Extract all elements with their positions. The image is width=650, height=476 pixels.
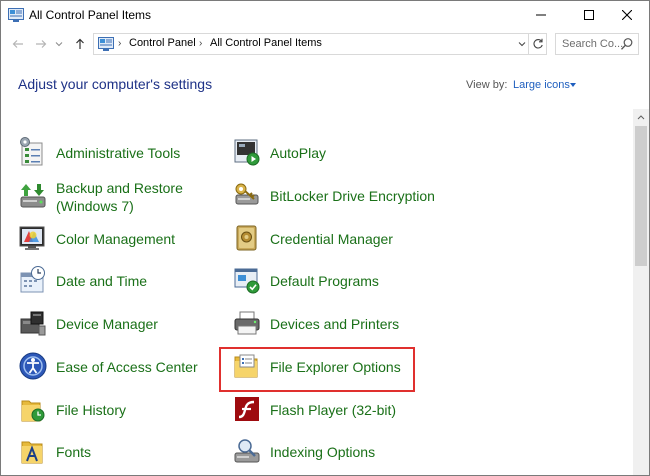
- item-color-management[interactable]: Color Management: [18, 221, 208, 257]
- item-date-and-time[interactable]: Date and Time: [18, 263, 208, 299]
- item-label[interactable]: Flash Player (32-bit): [270, 402, 396, 419]
- device-manager-icon: [18, 308, 48, 338]
- item-label[interactable]: Credential Manager: [270, 231, 393, 248]
- search-placeholder: Search Co...: [562, 38, 624, 50]
- search-icon[interactable]: [620, 37, 634, 51]
- item-device-manager[interactable]: Device Manager: [18, 306, 208, 342]
- breadcrumb-control-panel[interactable]: Control Panel: [129, 37, 196, 49]
- item-label[interactable]: Default Programs: [270, 273, 379, 290]
- date-time-icon: [18, 265, 48, 295]
- item-default-programs[interactable]: Default Programs: [232, 263, 432, 299]
- item-label[interactable]: Date and Time: [56, 273, 147, 290]
- item-devices-and-printers[interactable]: Devices and Printers: [232, 306, 432, 342]
- item-backup-and-restore[interactable]: Backup and Restore (Windows 7): [18, 178, 208, 218]
- item-label-line2[interactable]: (Windows 7): [56, 198, 134, 215]
- item-bitlocker-drive-encryption[interactable]: BitLocker Drive Encryption: [232, 178, 435, 214]
- flash-player-icon: [232, 394, 262, 424]
- devices-printers-icon: [232, 308, 262, 338]
- control-panel-window: All Control Panel Items › Control Panel …: [0, 0, 650, 476]
- item-label[interactable]: Ease of Access Center: [56, 359, 198, 376]
- ease-of-access-icon: [18, 351, 48, 381]
- autoplay-icon: [232, 137, 262, 167]
- view-by-label: View by:: [466, 79, 508, 91]
- item-label[interactable]: Backup and Restore: [56, 180, 183, 197]
- minimize-button[interactable]: [519, 1, 563, 29]
- item-flash-player[interactable]: Flash Player (32-bit): [232, 392, 432, 428]
- highlight-box: [219, 347, 415, 392]
- up-button[interactable]: [71, 35, 89, 53]
- address-bar[interactable]: › Control Panel › All Control Panel Item…: [93, 33, 547, 55]
- indexing-options-icon: [232, 436, 262, 466]
- page-heading: Adjust your computer's settings: [18, 76, 213, 92]
- item-ease-of-access-center[interactable]: Ease of Access Center: [18, 349, 208, 385]
- item-label[interactable]: Fonts: [56, 444, 91, 461]
- admin-tools-icon: [18, 137, 48, 167]
- item-label[interactable]: Color Management: [56, 231, 175, 248]
- search-box[interactable]: Search Co...: [555, 33, 639, 55]
- item-label[interactable]: BitLocker Drive Encryption: [270, 188, 435, 205]
- scroll-up-arrow-icon[interactable]: [633, 109, 649, 125]
- scrollbar-thumb[interactable]: [635, 126, 647, 266]
- window-title: All Control Panel Items: [29, 8, 152, 22]
- item-label[interactable]: Administrative Tools: [56, 145, 180, 162]
- item-indexing-options[interactable]: Indexing Options: [232, 434, 432, 470]
- item-fonts[interactable]: Fonts: [18, 434, 208, 470]
- backup-restore-icon: [18, 181, 48, 211]
- file-history-icon: [18, 394, 48, 424]
- view-by-dropdown[interactable]: Large icons: [513, 79, 570, 91]
- default-programs-icon: [232, 265, 262, 295]
- control-panel-icon: [8, 8, 24, 22]
- breadcrumb-all-items[interactable]: All Control Panel Items: [210, 37, 322, 49]
- fonts-icon: [18, 436, 48, 466]
- refresh-button[interactable]: [528, 33, 546, 55]
- close-button[interactable]: [605, 1, 649, 29]
- vertical-scrollbar[interactable]: [633, 109, 649, 475]
- item-label[interactable]: File History: [56, 402, 126, 419]
- view-by-caret-icon[interactable]: [570, 83, 576, 87]
- control-panel-address-icon: [98, 37, 114, 51]
- item-label[interactable]: AutoPlay: [270, 145, 326, 162]
- credential-manager-icon: [232, 223, 262, 253]
- item-autoplay[interactable]: AutoPlay: [232, 135, 432, 171]
- item-label[interactable]: Devices and Printers: [270, 316, 399, 333]
- item-credential-manager[interactable]: Credential Manager: [232, 221, 432, 257]
- item-label[interactable]: Device Manager: [56, 316, 158, 333]
- color-management-icon: [18, 223, 48, 253]
- forward-button[interactable]: [32, 35, 50, 53]
- item-label[interactable]: Indexing Options: [270, 444, 375, 461]
- item-administrative-tools[interactable]: Administrative Tools: [18, 135, 208, 171]
- breadcrumb-separator-icon[interactable]: ›: [199, 38, 202, 49]
- breadcrumb-separator-icon: ›: [118, 38, 122, 49]
- address-dropdown-chevron-icon[interactable]: [515, 36, 529, 52]
- bitlocker-icon: [232, 180, 262, 210]
- back-button[interactable]: [9, 35, 27, 53]
- title-bar: All Control Panel Items: [1, 1, 649, 31]
- recent-locations-chevron-icon[interactable]: [53, 35, 65, 53]
- item-file-history[interactable]: File History: [18, 392, 208, 428]
- navigation-bar: › Control Panel › All Control Panel Item…: [1, 31, 649, 57]
